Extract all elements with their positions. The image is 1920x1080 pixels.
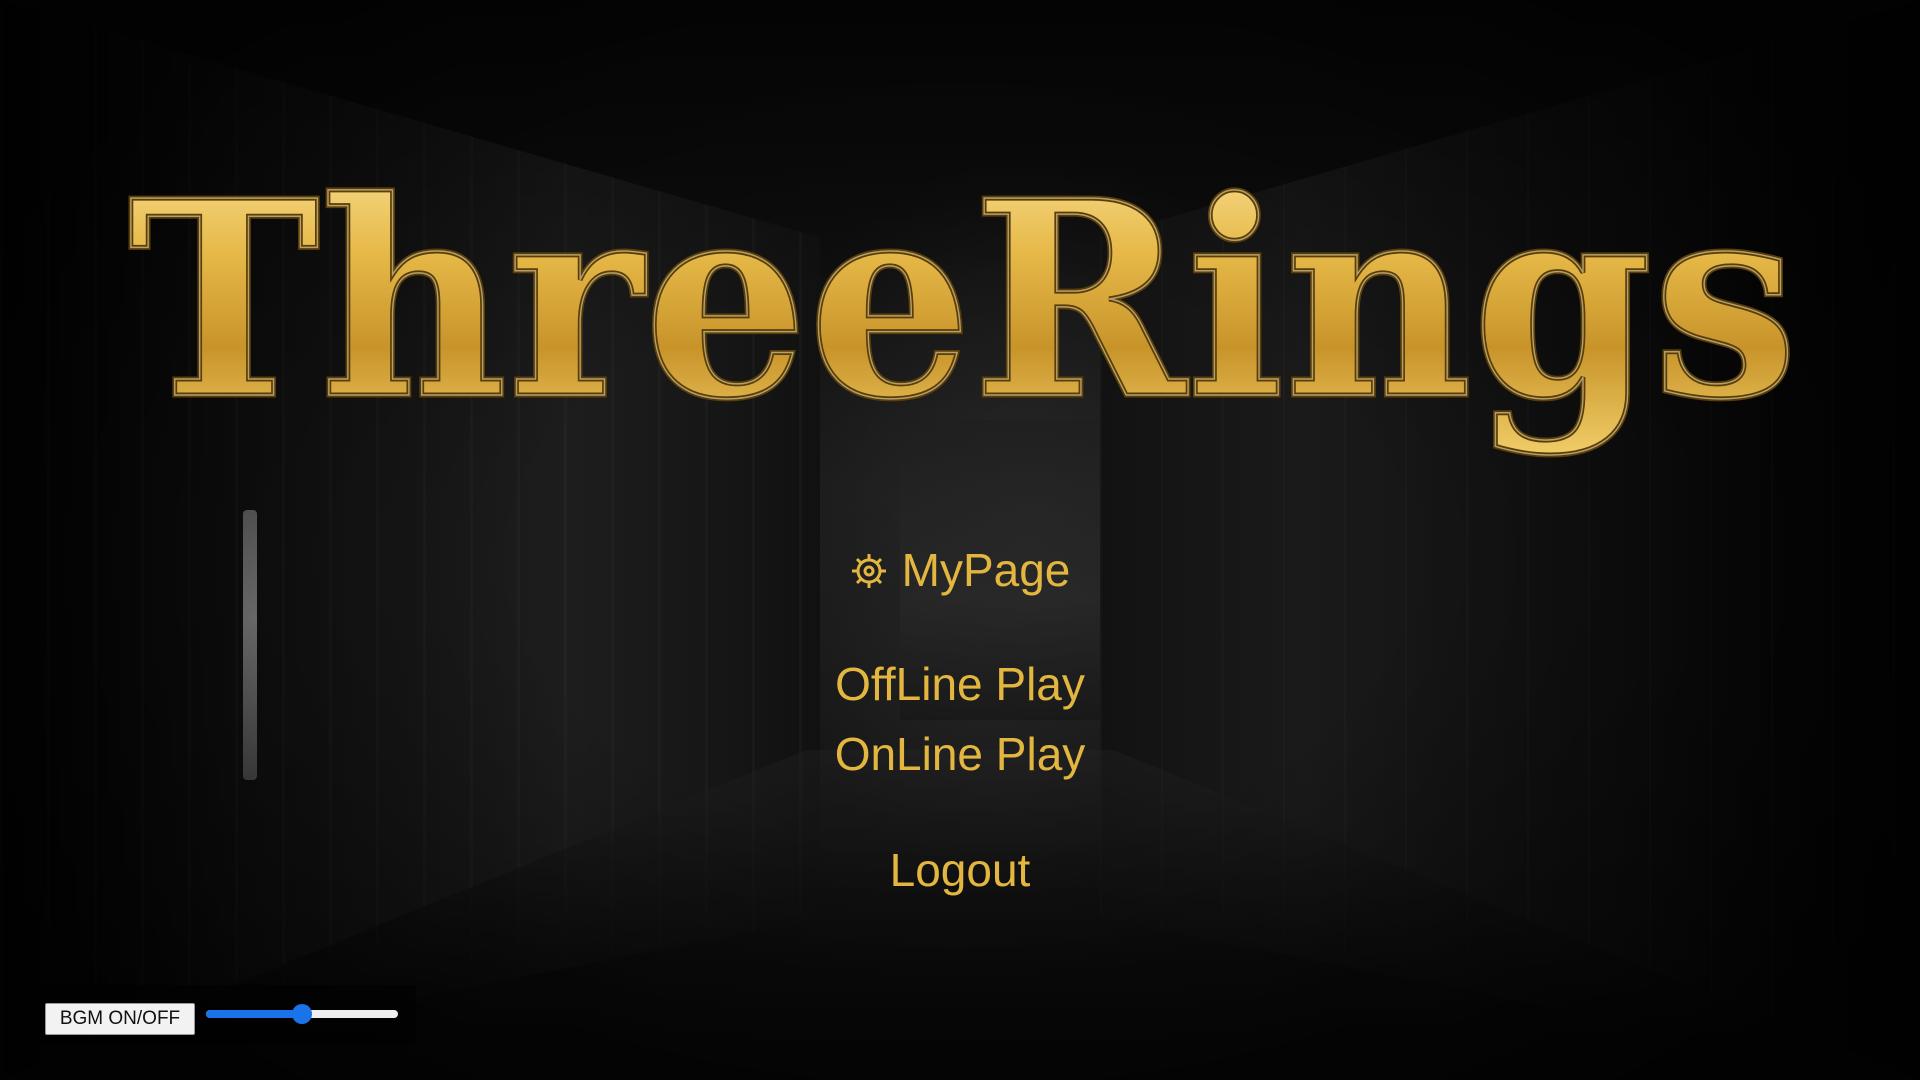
mypage-label: MyPage <box>901 544 1071 596</box>
mypage-button[interactable]: MyPage <box>850 542 1071 598</box>
offline-play-button[interactable]: OffLine Play <box>835 656 1085 712</box>
game-title-inner-line: ThreeRings <box>128 150 1798 459</box>
menu-row-logout: Logout <box>0 842 1920 898</box>
logout-button[interactable]: Logout <box>890 842 1031 898</box>
title-screen: ThreeRings ThreeRings MyPage OffLine Pla… <box>0 0 1920 1080</box>
menu-row-online: OnLine Play <box>0 726 1920 782</box>
online-play-button[interactable]: OnLine Play <box>835 726 1086 782</box>
slider-thumb[interactable] <box>292 1004 312 1024</box>
game-logo: ThreeRings ThreeRings <box>126 150 1801 462</box>
menu-row-mypage: MyPage <box>0 542 1920 598</box>
gear-icon <box>851 554 886 588</box>
slider-fill <box>206 1010 302 1018</box>
menu-row-offline: OffLine Play <box>0 656 1920 712</box>
bgm-volume-slider[interactable] <box>206 1004 398 1024</box>
bgm-toggle-button[interactable]: BGM ON/OFF <box>45 1003 195 1035</box>
